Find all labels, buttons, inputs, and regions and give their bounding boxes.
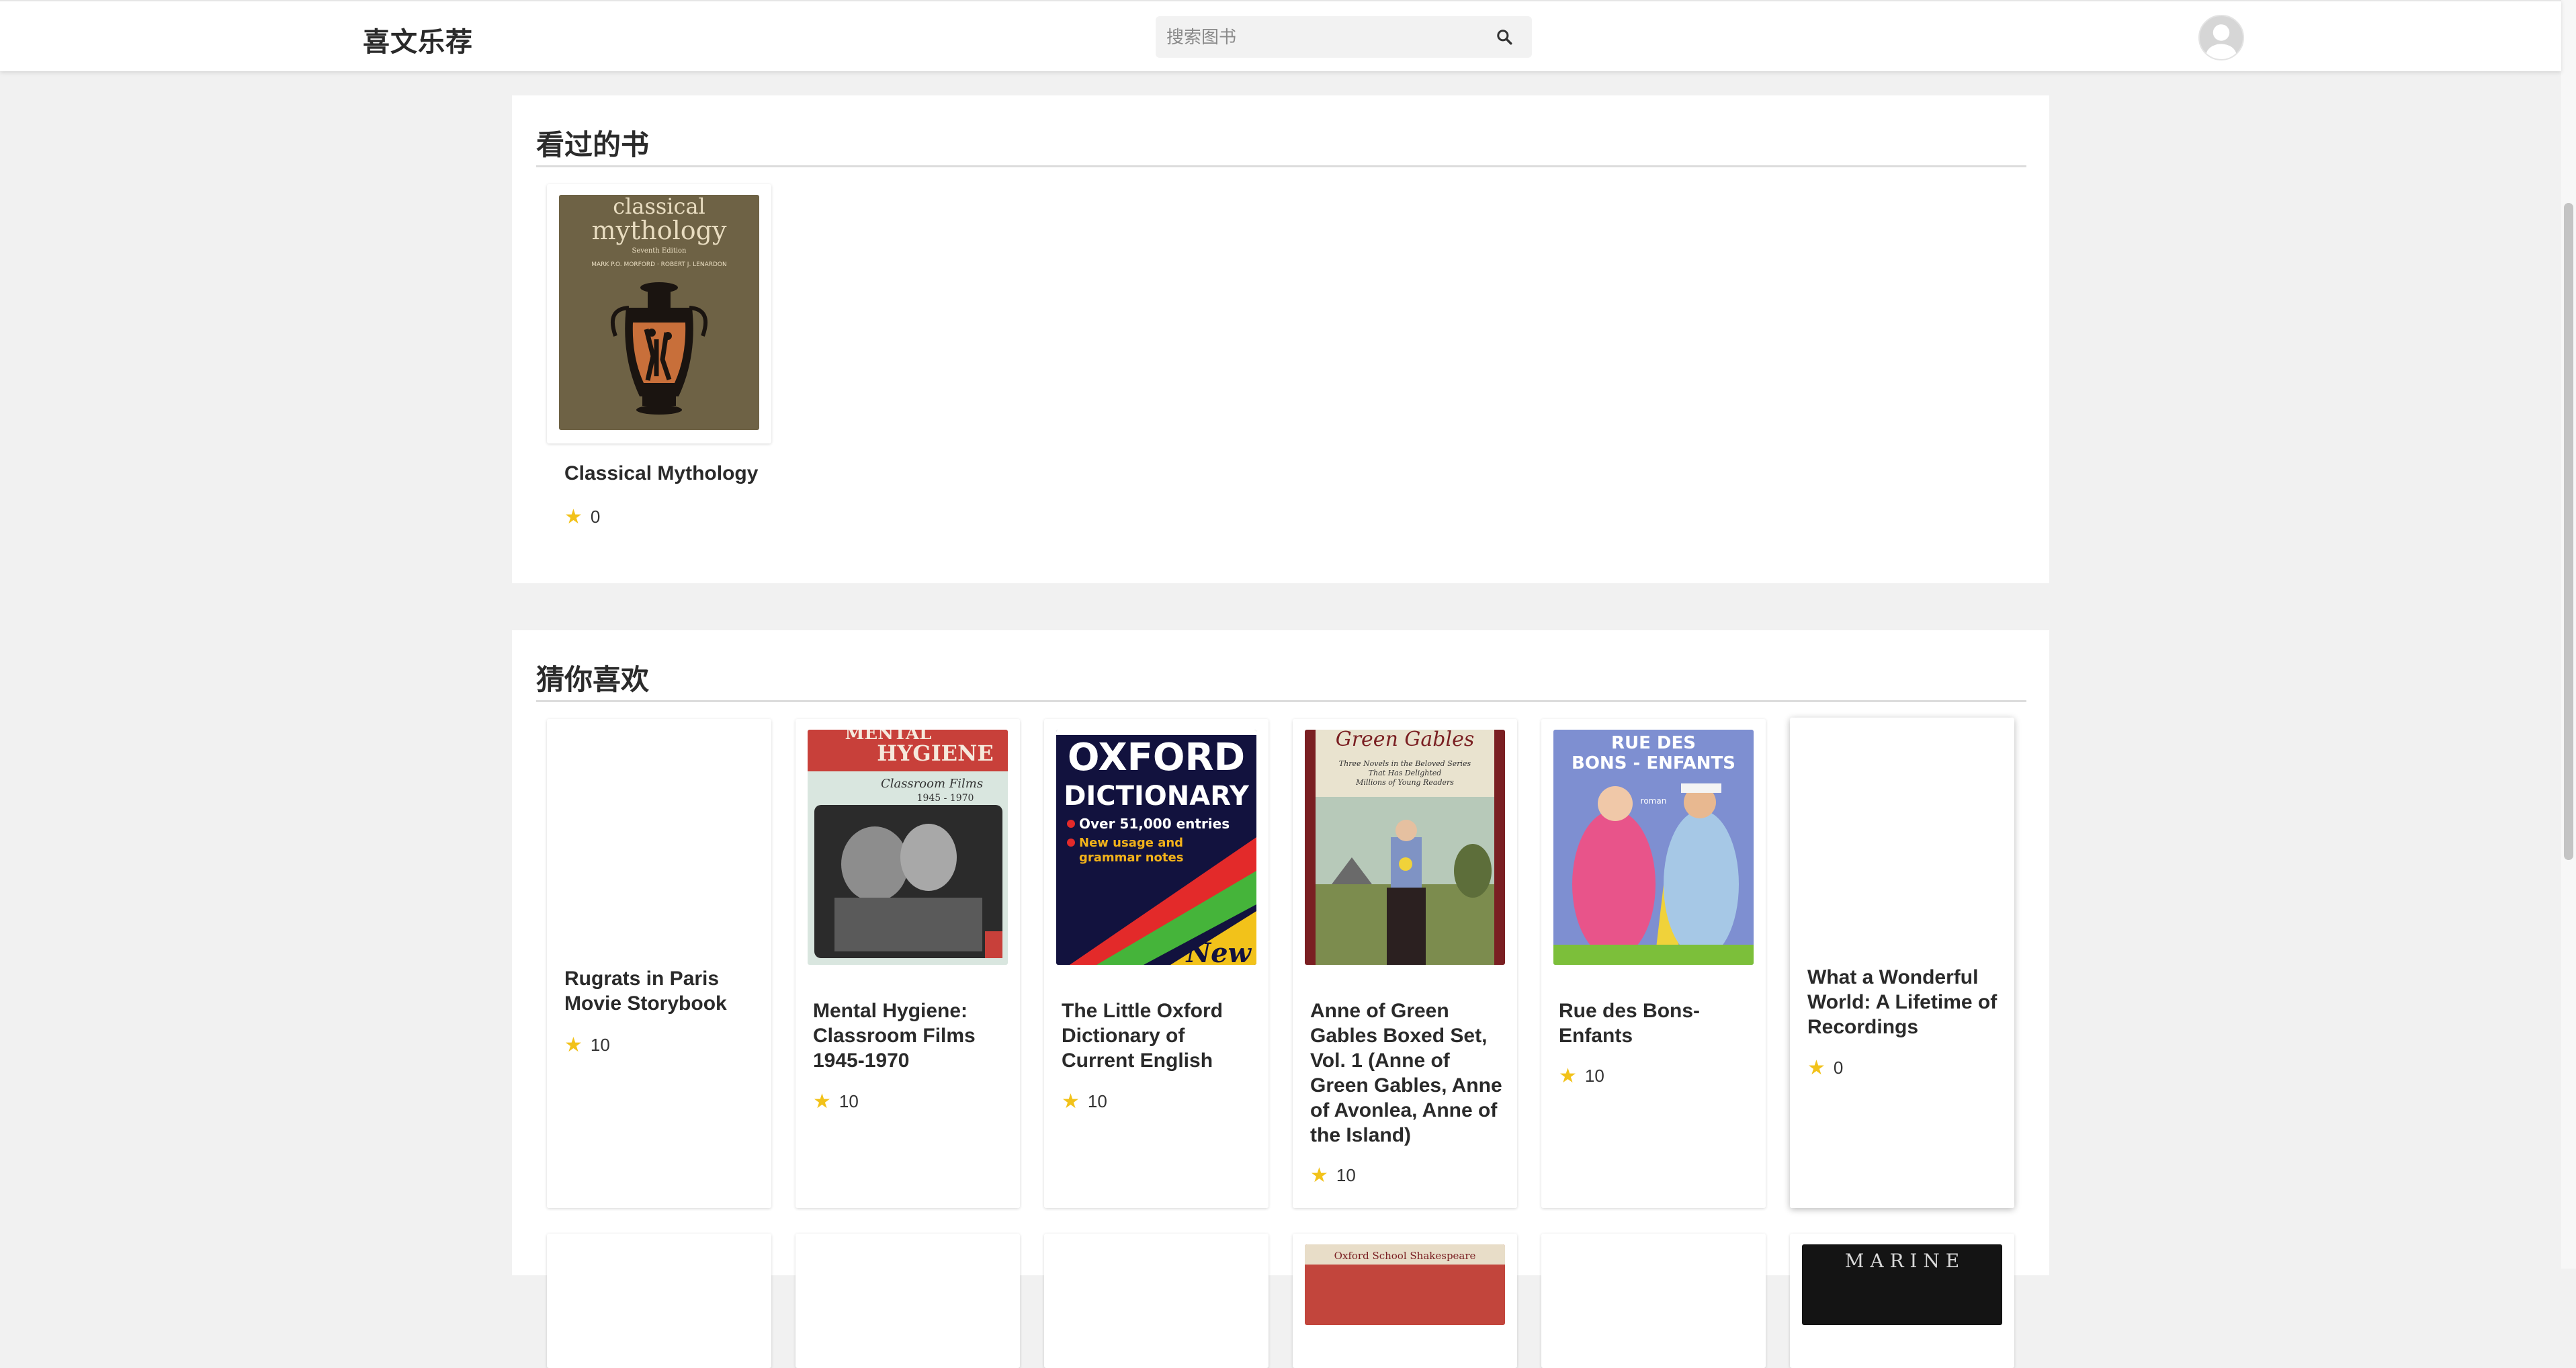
page-scrollbar-thumb[interactable] [2564, 203, 2573, 860]
svg-text:roman: roman [1641, 796, 1667, 806]
svg-text:mythology: mythology [592, 216, 727, 245]
book-rating: ★ 10 [813, 1090, 859, 1113]
star-icon: ★ [1310, 1164, 1328, 1187]
book-title[interactable]: The Little Oxford Dictionary of Current … [1062, 998, 1256, 1073]
shakespeare-cover-art: Oxford School Shakespeare [1305, 1244, 1505, 1325]
top-nav-bar: 喜文乐荐 [0, 0, 2561, 71]
star-icon: ★ [1559, 1065, 1577, 1087]
svg-text:Millions of Young Readers: Millions of Young Readers [1355, 778, 1454, 787]
rating-value: 10 [1336, 1165, 1356, 1185]
search-box[interactable] [1156, 16, 1532, 58]
svg-text:HYGIENE: HYGIENE [877, 740, 993, 766]
book-cover[interactable]: RUE DES BONS - ENFANTS roman [1553, 730, 1754, 965]
book-card[interactable]: MENTAL HYGIENE Classroom Films 1945 - 19… [796, 719, 1020, 1208]
book-card[interactable]: classical mythology Seventh Edition MARK… [547, 184, 771, 528]
svg-text:M A R I N E: M A R I N E [1845, 1250, 1959, 1272]
book-card[interactable]: OXFORD DICTIONARY Over 51,000 entries Ne… [1044, 719, 1269, 1208]
book-card[interactable]: Rugrats in Paris Movie Storybook ★ 10 [547, 719, 771, 1208]
book-card[interactable]: RUE DES BONS - ENFANTS roman Rue des Bon… [1541, 719, 1766, 1208]
book-rating: ★ 10 [1559, 1064, 1604, 1088]
svg-text:DICTIONARY: DICTIONARY [1064, 781, 1250, 812]
svg-text:RUE DES: RUE DES [1611, 733, 1696, 753]
book-cover[interactable]: Oxford School Shakespeare [1305, 1244, 1505, 1325]
book-card[interactable]: Green Gables Three Novels in the Beloved… [1293, 719, 1517, 1208]
search-icon[interactable] [1496, 28, 1513, 46]
section-divider [536, 165, 2026, 167]
book-title[interactable]: Rue des Bons-Enfants [1559, 998, 1754, 1048]
book-card[interactable]: What a Wonderful World: A Lifetime of Re… [1790, 718, 2014, 1208]
book-card[interactable]: M A R I N E [1790, 1234, 2014, 1368]
rating-value: 0 [590, 507, 601, 527]
svg-text:Green Gables: Green Gables [1336, 730, 1474, 751]
svg-text:grammar notes: grammar notes [1079, 851, 1183, 865]
green-gables-cover-art: Green Gables Three Novels in the Beloved… [1305, 730, 1505, 965]
star-icon: ★ [1062, 1091, 1080, 1113]
section-title: 看过的书 [536, 129, 650, 161]
viewed-books-section: 看过的书 classical mythology Seventh Edition… [512, 95, 2049, 583]
svg-text:New: New [1185, 937, 1252, 965]
section-title: 猜你喜欢 [536, 664, 650, 695]
book-rating: ★ 10 [564, 1033, 610, 1057]
svg-text:Over 51,000 entries: Over 51,000 entries [1079, 816, 1230, 832]
book-card[interactable] [796, 1234, 1020, 1368]
oxford-dictionary-cover-art: OXFORD DICTIONARY Over 51,000 entries Ne… [1056, 730, 1256, 965]
svg-text:Three Novels in the Beloved Se: Three Novels in the Beloved Series [1339, 759, 1471, 768]
star-icon: ★ [564, 1034, 583, 1056]
classical-mythology-cover-art: classical mythology Seventh Edition MARK… [559, 195, 759, 430]
marine-cover-art: M A R I N E [1802, 1244, 2002, 1325]
book-card[interactable] [1044, 1234, 1269, 1368]
star-icon: ★ [813, 1091, 831, 1113]
search-input[interactable] [1165, 23, 1477, 51]
svg-text:That Has Delighted: That Has Delighted [1369, 769, 1442, 777]
rating-value: 10 [839, 1091, 859, 1111]
book-rating: ★ 0 [564, 505, 600, 529]
book-cover[interactable]: Green Gables Three Novels in the Beloved… [1305, 730, 1505, 965]
svg-text:Classroom Films: Classroom Films [881, 777, 983, 791]
star-icon: ★ [564, 506, 583, 528]
book-rating: ★ 10 [1310, 1164, 1356, 1187]
book-title[interactable]: Anne of Green Gables Boxed Set, Vol. 1 (… [1310, 998, 1505, 1148]
book-title[interactable]: Rugrats in Paris Movie Storybook [564, 966, 759, 1016]
book-cover[interactable]: MENTAL HYGIENE Classroom Films 1945 - 19… [808, 730, 1008, 965]
mental-hygiene-cover-art: MENTAL HYGIENE Classroom Films 1945 - 19… [808, 730, 1008, 965]
book-title[interactable]: Mental Hygiene: Classroom Films 1945-197… [813, 998, 1008, 1073]
svg-text:MARK P.O. MORFORD · ROBERT J.: MARK P.O. MORFORD · ROBERT J. LENARDON [591, 261, 727, 268]
book-cover[interactable]: OXFORD DICTIONARY Over 51,000 entries Ne… [1056, 730, 1256, 965]
book-rating: ★ 10 [1062, 1090, 1107, 1113]
section-divider [536, 700, 2026, 702]
book-title[interactable]: What a Wonderful World: A Lifetime of Re… [1807, 965, 2002, 1039]
book-cover[interactable]: classical mythology Seventh Edition MARK… [559, 195, 759, 430]
rating-value: 10 [1584, 1066, 1604, 1086]
book-card[interactable]: Oxford School Shakespeare [1293, 1234, 1517, 1368]
site-logo-text[interactable]: 喜文乐荐 [363, 20, 473, 59]
user-avatar-icon [2206, 24, 2237, 59]
user-avatar[interactable] [2198, 15, 2244, 60]
rating-value: 10 [590, 1035, 610, 1055]
star-icon: ★ [1807, 1057, 1826, 1079]
book-rating: ★ 0 [1807, 1056, 1843, 1080]
book-cover[interactable]: M A R I N E [1802, 1244, 2002, 1325]
rating-value: 10 [1087, 1091, 1107, 1111]
svg-text:New usage and: New usage and [1079, 836, 1183, 850]
svg-text:BONS - ENFANTS: BONS - ENFANTS [1572, 753, 1735, 773]
book-card[interactable] [547, 1234, 771, 1368]
svg-text:1945 - 1970: 1945 - 1970 [917, 793, 974, 804]
svg-text:Seventh Edition: Seventh Edition [632, 247, 687, 255]
recommended-books-section: 猜你喜欢 Rugrats in Paris Movie Storybook ★ … [512, 630, 2049, 1368]
rue-des-bons-enfants-cover-art: RUE DES BONS - ENFANTS roman [1553, 730, 1754, 965]
book-card[interactable] [1541, 1234, 1766, 1368]
svg-text:OXFORD: OXFORD [1068, 736, 1245, 779]
svg-text:Oxford School Shakespeare: Oxford School Shakespeare [1334, 1250, 1476, 1262]
rating-value: 0 [1833, 1058, 1844, 1078]
book-title[interactable]: Classical Mythology [564, 461, 759, 486]
